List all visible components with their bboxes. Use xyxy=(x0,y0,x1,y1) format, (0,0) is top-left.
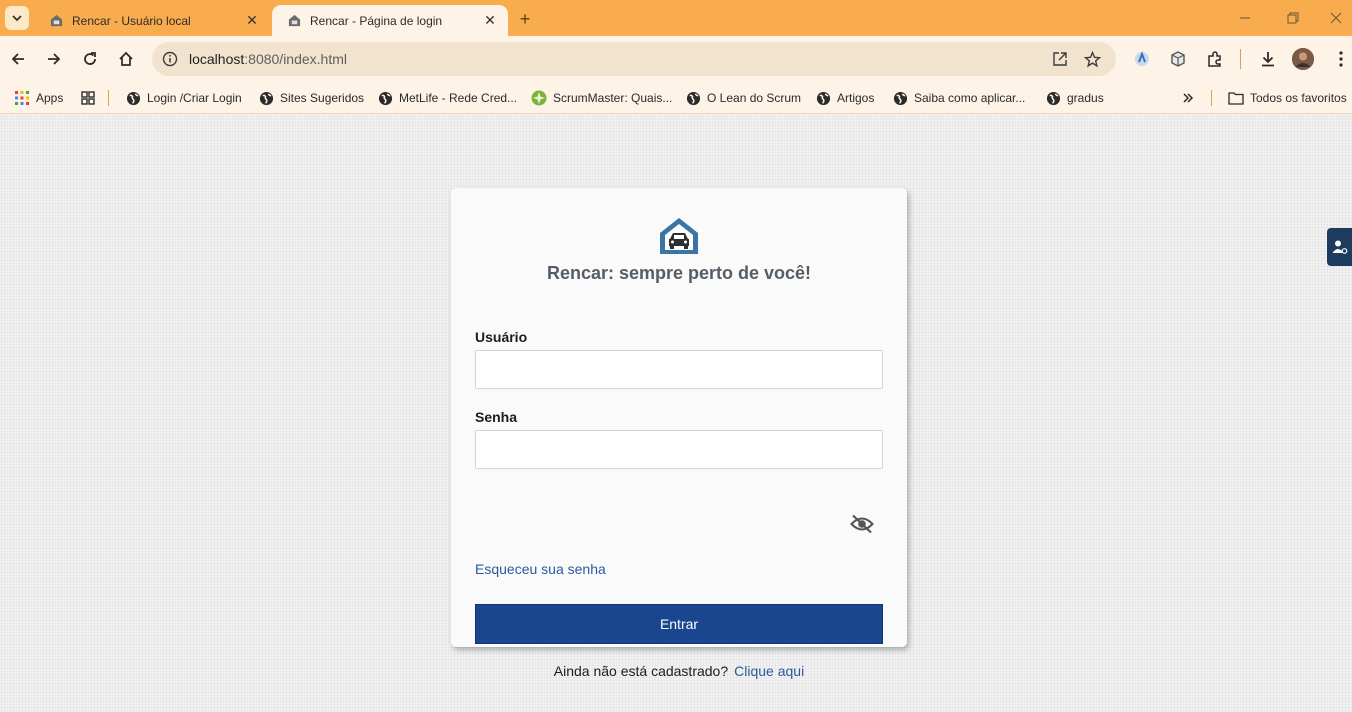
bookmark-label: Apps xyxy=(36,91,64,105)
bookmark-label: Artigos xyxy=(837,91,875,105)
page-viewport: Rencar: sempre perto de você! Usuário Se… xyxy=(0,115,1352,712)
bookmark-label: MetLife - Rede Cred... xyxy=(399,91,518,105)
address-bar[interactable]: localhost:8080/index.html xyxy=(152,42,1116,76)
reload-icon xyxy=(84,52,96,65)
open-external-icon[interactable] xyxy=(1050,49,1070,69)
grid-icon xyxy=(80,90,96,106)
close-icon[interactable]: ✕ xyxy=(482,12,498,29)
tab-title: Rencar - Página de login xyxy=(310,13,443,28)
forward-button[interactable] xyxy=(42,47,66,71)
all-bookmarks-folder[interactable]: Todos os favoritos xyxy=(1228,88,1347,108)
globe-icon xyxy=(815,90,831,106)
bookmark-gradus[interactable]: gradus xyxy=(1045,88,1104,108)
house-icon xyxy=(48,13,64,29)
close-icon[interactable]: ✕ xyxy=(244,12,260,29)
arrow-right-icon xyxy=(48,53,61,65)
bookmarks-divider xyxy=(108,90,109,106)
download-icon[interactable] xyxy=(1257,48,1279,70)
profile-avatar[interactable] xyxy=(1292,48,1314,70)
username-label: Usuário xyxy=(475,329,528,345)
accessibility-widget[interactable] xyxy=(1327,228,1352,266)
bookmark-artigos[interactable]: Artigos xyxy=(815,88,874,108)
username-input[interactable] xyxy=(475,350,883,389)
bookmark-label: Sites Sugeridos xyxy=(280,91,365,105)
bookmark-scrummaster[interactable]: ScrumMaster: Quais... xyxy=(531,88,672,108)
signup-link[interactable]: Clique aqui xyxy=(734,663,804,679)
garage-car-icon xyxy=(658,216,700,256)
url-path: :8080/index.html xyxy=(244,51,347,67)
tab-groups-button[interactable] xyxy=(80,88,102,108)
house-icon xyxy=(286,13,302,29)
extensions-puzzle-icon[interactable] xyxy=(1204,48,1226,70)
bookmark-o-lean-do-scrum[interactable]: O Lean do Scrum xyxy=(685,88,801,108)
eye-slash-icon[interactable] xyxy=(849,513,875,535)
chevron-double-right-icon xyxy=(1180,90,1196,106)
globe-icon xyxy=(125,90,141,106)
restore-icon[interactable] xyxy=(1283,8,1303,28)
globe-icon xyxy=(892,90,908,106)
bookmark-metlife[interactable]: MetLife - Rede Cred... xyxy=(377,88,517,108)
bookmark-label: gradus xyxy=(1067,91,1104,105)
bookmark-label: Login /Criar Login xyxy=(147,91,242,105)
bookmark-sites-sugeridos[interactable]: Sites Sugeridos xyxy=(258,88,364,108)
bookmarks-overflow-button[interactable] xyxy=(1180,88,1202,108)
tab-rencar-usuario-local[interactable]: Rencar - Usuário local ✕ xyxy=(34,5,270,36)
minimize-icon[interactable] xyxy=(1235,8,1255,28)
arrow-left-icon xyxy=(11,53,24,65)
login-card: Rencar: sempre perto de você! Usuário Se… xyxy=(451,188,907,679)
forgot-password-link[interactable]: Esqueceu sua senha xyxy=(475,561,606,577)
slogan-heading: Rencar: sempre perto de você! xyxy=(546,263,812,283)
signup-prompt: Ainda não está cadastrado? xyxy=(553,663,729,679)
tab-rencar-pagina-de-login[interactable]: Rencar - Página de login ✕ xyxy=(272,5,508,36)
globe-icon xyxy=(685,90,701,106)
url-host: localhost xyxy=(189,51,245,67)
user-settings-icon xyxy=(1332,240,1347,254)
toolbar-divider xyxy=(1240,49,1241,69)
globe-icon xyxy=(377,90,393,106)
reload-button[interactable] xyxy=(78,47,102,71)
browser-toolbar: localhost:8080/index.html xyxy=(0,36,1352,82)
scrum-icon xyxy=(531,90,547,106)
bookmarks-bar: Apps Login /Criar Login Sites Sugeridos … xyxy=(0,82,1352,114)
password-input[interactable] xyxy=(475,430,883,469)
globe-icon xyxy=(1045,90,1061,106)
signup-row: Ainda não está cadastrado? Clique aqui xyxy=(451,663,907,679)
login-submit-button[interactable]: Entrar xyxy=(475,604,883,644)
bookmark-label: Saiba como aplicar... xyxy=(914,91,1026,105)
apps-grid-icon xyxy=(14,90,30,106)
menu-kebab-icon[interactable] xyxy=(1330,48,1352,70)
bookmark-label: Todos os favoritos xyxy=(1250,91,1347,105)
bookmark-label: ScrumMaster: Quais... xyxy=(553,91,673,105)
extension-cube-icon[interactable] xyxy=(1167,48,1189,70)
tab-strip: Rencar - Usuário local ✕ Rencar - Página… xyxy=(0,0,1352,36)
new-tab-button[interactable]: + xyxy=(514,8,536,30)
password-label: Senha xyxy=(475,409,518,425)
home-button[interactable] xyxy=(114,47,138,71)
close-window-icon[interactable] xyxy=(1326,8,1346,28)
bookmark-label: O Lean do Scrum xyxy=(707,91,802,105)
bookmarks-divider xyxy=(1211,90,1212,106)
bookmark-login-criar-login[interactable]: Login /Criar Login xyxy=(125,88,242,108)
url-text[interactable]: localhost:8080/index.html xyxy=(189,51,347,67)
tab-title: Rencar - Usuário local xyxy=(72,13,191,28)
back-button[interactable] xyxy=(6,47,30,71)
star-icon[interactable] xyxy=(1082,49,1102,69)
bookmark-apps[interactable]: Apps xyxy=(14,88,63,108)
info-icon[interactable] xyxy=(160,49,180,69)
tab-search-button[interactable] xyxy=(5,6,29,30)
folder-icon xyxy=(1228,90,1244,106)
home-icon xyxy=(119,51,133,66)
bookmark-saiba-como-aplicar[interactable]: Saiba como aplicar... xyxy=(892,88,1025,108)
globe-icon xyxy=(258,90,274,106)
extension-icon[interactable] xyxy=(1131,48,1153,70)
chevron-down-icon xyxy=(12,15,22,22)
